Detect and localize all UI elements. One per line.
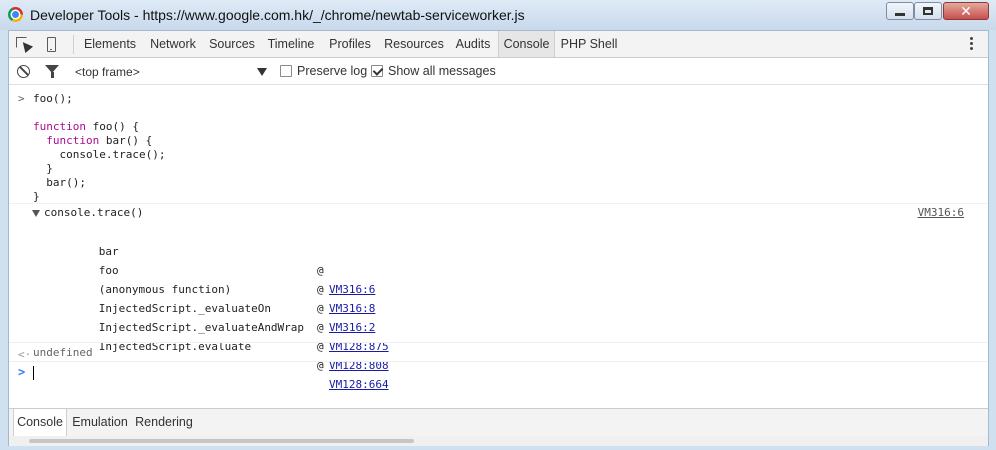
stack-frame-at: @ — [317, 321, 324, 334]
filter-icon[interactable] — [45, 65, 59, 78]
code-line: console.trace(); — [33, 148, 166, 161]
stack-frame-link[interactable]: VM128:664 — [329, 375, 389, 394]
message-divider — [9, 342, 988, 343]
show-all-messages-checkbox[interactable]: Show all messages — [371, 64, 496, 78]
drawer-tabbar: Console Emulation Rendering — [9, 408, 988, 436]
stack-frame-link[interactable]: VM316:8 — [329, 299, 375, 318]
preserve-log-checkbox[interactable]: Preserve log — [280, 64, 367, 78]
maximize-button[interactable] — [914, 2, 942, 20]
stack-frame-row: InjectedScript.evaluate @ VM128:664 — [59, 318, 389, 391]
window-titlebar: Developer Tools - https://www.google.com… — [0, 0, 996, 30]
stack-frame-row: InjectedScript._evaluateAndWrap @ VM128:… — [59, 299, 389, 372]
horizontal-scrollbar[interactable] — [9, 436, 988, 446]
show-all-messages-label: Show all messages — [388, 64, 496, 78]
drawer-tab-console[interactable]: Console — [13, 409, 67, 436]
tab-timeline[interactable]: Timeline — [261, 31, 321, 57]
stack-frame-row: (anonymous function) @ VM316:2 — [59, 261, 376, 334]
code-line: } — [33, 162, 53, 175]
clear-console-icon[interactable] — [17, 65, 30, 78]
stack-frame-at: @ — [317, 283, 324, 296]
stack-frame-link[interactable]: VM128:875 — [329, 337, 389, 356]
tab-network[interactable]: Network — [143, 31, 203, 57]
code-line: } — [33, 190, 40, 203]
code-line: foo(); — [33, 92, 73, 105]
tab-php-shell[interactable]: PHP Shell — [556, 31, 622, 57]
device-mode-icon[interactable] — [44, 37, 60, 53]
code-keyword: function — [46, 134, 100, 147]
message-divider — [9, 203, 988, 204]
inspect-element-icon[interactable] — [16, 37, 34, 54]
drawer-tab-rendering[interactable]: Rendering — [133, 409, 195, 436]
maximize-icon — [923, 7, 933, 15]
checkbox-icon — [280, 65, 292, 77]
main-toolbar: Elements Network Sources Timeline Profil… — [9, 31, 988, 58]
tab-profiles[interactable]: Profiles — [321, 31, 379, 57]
trace-header: console.trace() — [44, 206, 144, 219]
stack-frame-link[interactable]: VM316:2 — [329, 318, 375, 337]
checkbox-checked-icon — [371, 65, 383, 77]
minimize-icon — [895, 12, 905, 16]
close-button[interactable]: ✕ — [943, 2, 989, 20]
tab-sources[interactable]: Sources — [203, 31, 261, 57]
stack-frame-link[interactable]: VM128:808 — [329, 356, 389, 375]
close-icon: ✕ — [960, 3, 972, 19]
chevron-down-icon — [257, 68, 267, 76]
toolbar-divider — [73, 35, 74, 54]
stack-frame-link[interactable]: VM316:6 — [329, 280, 375, 299]
trace-source-link[interactable]: VM316:6 — [918, 206, 964, 219]
tab-console[interactable]: Console — [498, 31, 555, 57]
stack-frame-at: @ — [317, 264, 324, 277]
scrollbar-thumb[interactable] — [29, 439, 414, 443]
code-keyword: function — [33, 120, 86, 133]
stack-frame-at: @ — [317, 302, 324, 315]
window-title: Developer Tools - https://www.google.com… — [30, 7, 525, 23]
stack-frame-row: foo @ VM316:8 — [59, 242, 376, 315]
tab-elements[interactable]: Elements — [77, 31, 143, 57]
frame-select-value: <top frame> — [75, 65, 140, 79]
chrome-logo-icon — [8, 7, 23, 22]
console-output[interactable]: > foo(); function foo() { function bar()… — [9, 86, 988, 408]
kebab-menu-icon[interactable] — [970, 37, 974, 51]
tab-resources[interactable]: Resources — [379, 31, 449, 57]
code-line: function foo() { — [33, 120, 139, 133]
frame-select[interactable]: <top frame> — [75, 63, 267, 81]
code-line: bar(); — [33, 176, 86, 189]
preserve-log-label: Preserve log — [297, 64, 368, 78]
console-filter-bar: <top frame> Preserve log Show all messag… — [9, 58, 988, 85]
stack-frame-row: InjectedScript._evaluateOn @ VM128:875 — [59, 280, 389, 353]
console-prompt-icon: > — [18, 365, 26, 379]
stack-frame-at: @ — [317, 359, 324, 372]
input-echo-prompt-icon: > — [18, 92, 25, 105]
result-value: undefined — [33, 346, 93, 359]
result-prompt-icon: <· — [18, 348, 32, 361]
expand-triangle-icon[interactable] — [32, 210, 40, 217]
console-input[interactable] — [33, 366, 34, 380]
stack-frame-at: @ — [317, 340, 324, 353]
stack-frame-row: bar @ VM316:6 — [59, 223, 376, 296]
drawer-tab-emulation[interactable]: Emulation — [67, 409, 133, 436]
minimize-button[interactable] — [886, 2, 914, 20]
code-line: function bar() { — [46, 134, 153, 147]
message-divider — [9, 361, 988, 362]
devtools-panel: Elements Network Sources Timeline Profil… — [8, 30, 989, 446]
tab-audits[interactable]: Audits — [449, 31, 497, 57]
